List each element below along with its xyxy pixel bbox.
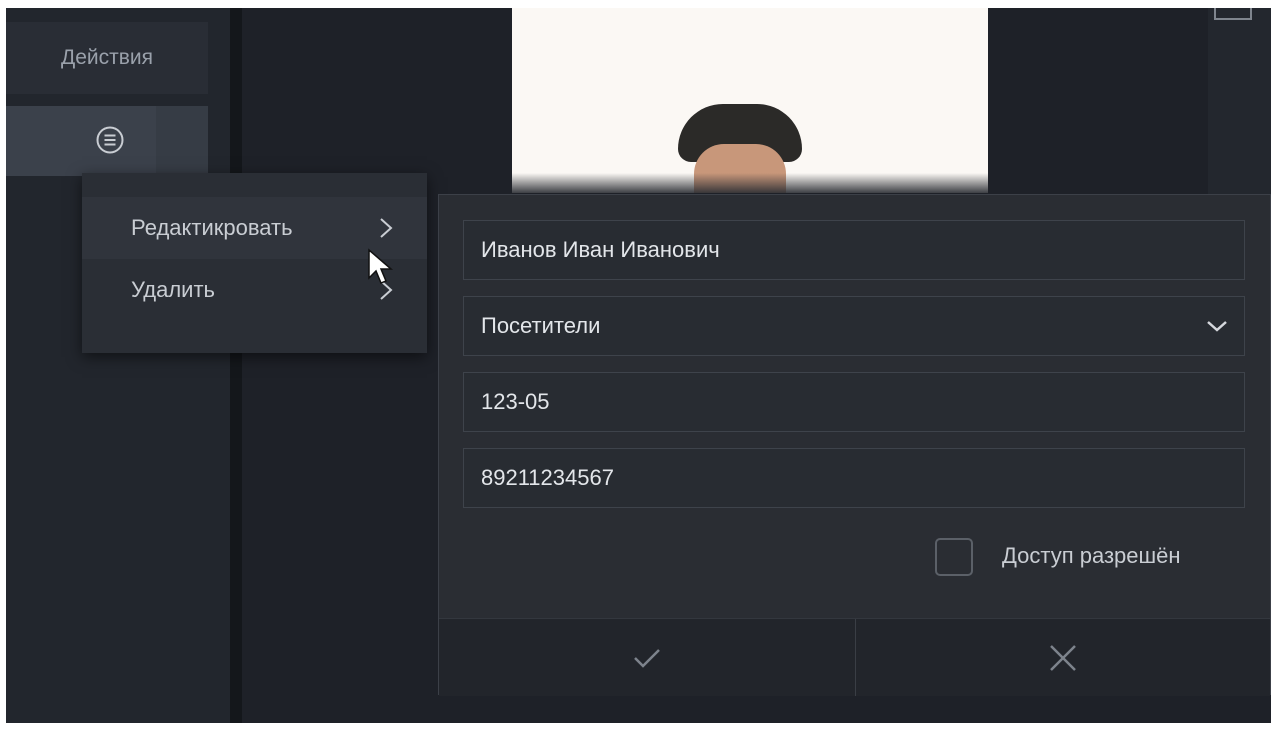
- menu-item-label: Редактикровать: [131, 215, 293, 240]
- photo-fade: [512, 173, 988, 193]
- menu-item-delete[interactable]: Удалить: [82, 259, 427, 321]
- phone-input[interactable]: [481, 465, 1221, 491]
- check-icon: [634, 648, 660, 668]
- cancel-button[interactable]: [856, 619, 1270, 696]
- table-cell: [156, 106, 208, 176]
- person-photo: [512, 8, 988, 193]
- app-window: Действия Редактикровать Удалить Иванов И…: [6, 8, 1271, 723]
- menu-icon: [96, 126, 124, 154]
- panel-splitter[interactable]: [230, 8, 242, 723]
- chevron-down-icon: [1207, 321, 1227, 332]
- window-icon[interactable]: [1214, 8, 1252, 20]
- full-name-input[interactable]: [481, 237, 1221, 263]
- group-select-value: Посетители: [481, 313, 601, 338]
- row-menu-button[interactable]: [94, 124, 126, 156]
- edit-person-form: Посетители Доступ разрешён: [438, 194, 1271, 696]
- right-panel: [1208, 8, 1271, 198]
- phone-field[interactable]: [463, 448, 1245, 508]
- menu-item-label: Удалить: [131, 277, 215, 302]
- table-row[interactable]: [6, 106, 208, 176]
- form-button-bar: [439, 618, 1270, 696]
- people-table-panel: Действия: [6, 8, 230, 723]
- chevron-right-icon: [380, 280, 393, 300]
- chevron-right-icon: [380, 218, 393, 238]
- menu-item-edit[interactable]: Редактикровать: [82, 197, 427, 259]
- card-number-input[interactable]: [481, 389, 1221, 415]
- actions-column-header: Действия: [6, 22, 208, 94]
- access-allowed-label: Доступ разрешён: [1002, 543, 1181, 568]
- row-context-menu: Редактикровать Удалить: [82, 173, 427, 353]
- access-allowed-row[interactable]: Доступ разрешён: [935, 538, 1265, 580]
- access-allowed-checkbox[interactable]: [935, 538, 973, 576]
- close-icon: [1050, 644, 1076, 671]
- card-number-field[interactable]: [463, 372, 1245, 432]
- full-name-field[interactable]: [463, 220, 1245, 280]
- confirm-button[interactable]: [439, 619, 856, 696]
- group-select[interactable]: Посетители: [463, 296, 1245, 356]
